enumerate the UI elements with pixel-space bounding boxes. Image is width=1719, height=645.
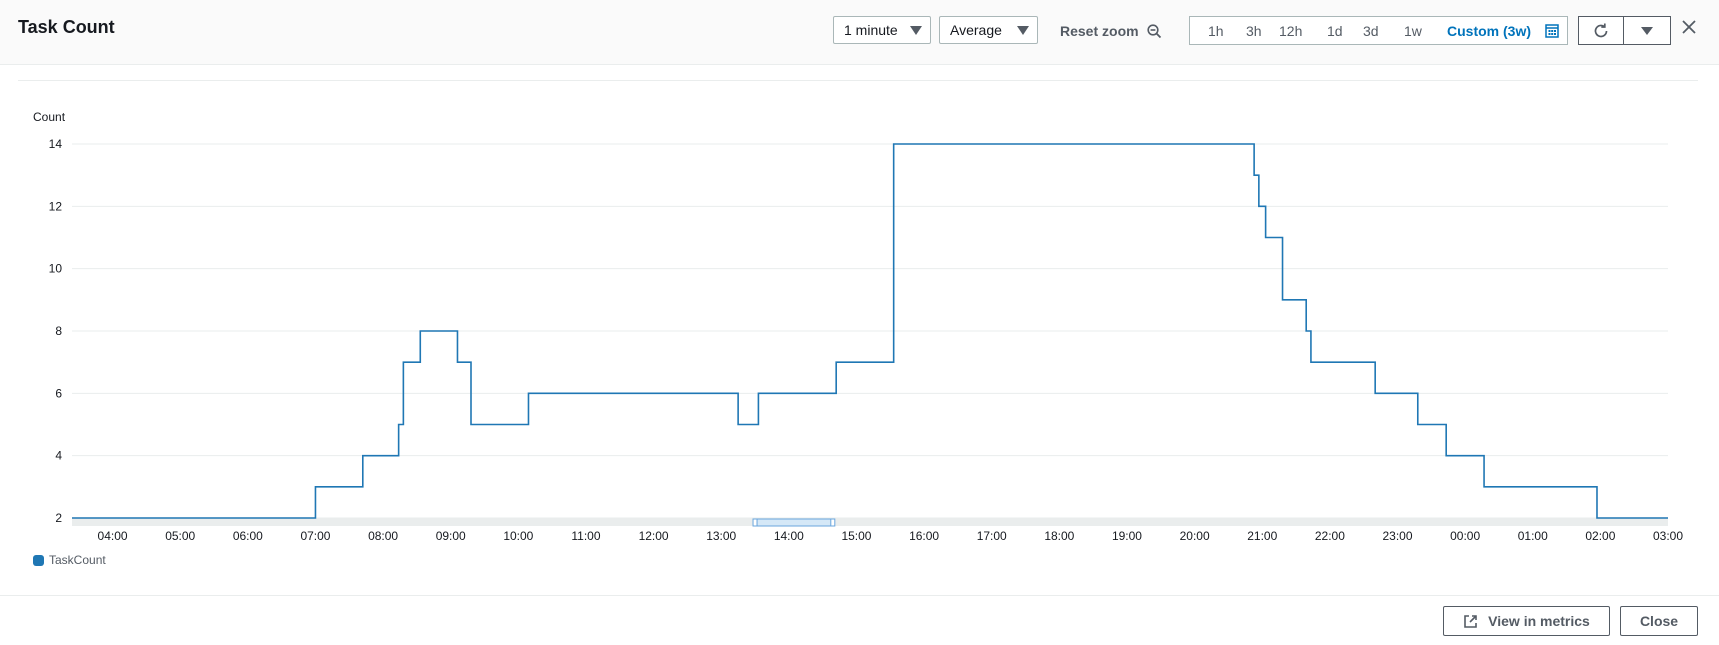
- time-range-group: 1h 3h 12h 1d 3d 1w Custom (3w): [1189, 16, 1568, 45]
- y-axis-title: Count: [33, 110, 66, 124]
- x-tick-label: 13:00: [706, 529, 736, 543]
- legend-swatch: [33, 554, 44, 566]
- range-1d[interactable]: 1d: [1327, 23, 1343, 39]
- y-tick-label: 8: [55, 324, 62, 338]
- external-link-icon: [1464, 614, 1477, 628]
- x-tick-label: 03:00: [1653, 529, 1683, 543]
- x-tick-label: 01:00: [1518, 529, 1548, 543]
- x-tick-label: 11:00: [571, 529, 600, 543]
- section-divider: [18, 80, 1698, 81]
- close-button[interactable]: Close: [1620, 606, 1698, 636]
- y-tick-label: 10: [49, 262, 63, 276]
- chevron-down-icon: [1017, 26, 1029, 35]
- range-custom[interactable]: Custom (3w): [1447, 23, 1531, 39]
- x-tick-label: 17:00: [977, 529, 1007, 543]
- x-tick-label: 04:00: [98, 529, 128, 543]
- legend-label: TaskCount: [49, 553, 106, 567]
- zoom-handle-left: [752, 518, 758, 527]
- x-tick-label: 14:00: [774, 529, 804, 543]
- zoom-window-brush: [754, 518, 834, 527]
- y-tick-label: 2: [55, 511, 62, 525]
- period-select[interactable]: 1 minute: [833, 16, 931, 44]
- range-3d[interactable]: 3d: [1363, 23, 1379, 39]
- task-count-chart[interactable]: Count 2 4 6 8 10 12 14 04:00 05:00 06:00 07:00 08:00…: [0, 90, 1719, 550]
- x-tick-label: 00:00: [1450, 529, 1480, 543]
- modal-header: Task Count 1 minute Average Reset zoom 1…: [0, 0, 1719, 65]
- zoom-handle-right: [830, 518, 836, 527]
- x-tick-label: 16:00: [909, 529, 939, 543]
- range-12h[interactable]: 12h: [1279, 23, 1302, 39]
- close-button-label: Close: [1639, 613, 1679, 629]
- footer-divider: [0, 595, 1719, 596]
- range-3h[interactable]: 3h: [1246, 23, 1262, 39]
- y-tick-label: 6: [55, 386, 62, 400]
- y-tick-label: 4: [55, 449, 62, 463]
- reset-zoom-button[interactable]: Reset zoom: [1060, 23, 1162, 39]
- x-tick-label: 22:00: [1315, 529, 1345, 543]
- reset-zoom-label: Reset zoom: [1060, 23, 1139, 39]
- statistic-select-value: Average: [950, 22, 1002, 38]
- x-tick-label: 15:00: [841, 529, 871, 543]
- x-tick-label: 08:00: [368, 529, 398, 543]
- caret-down-icon: [1641, 26, 1653, 35]
- x-tick-label: 23:00: [1382, 529, 1412, 543]
- x-tick-label: 20:00: [1180, 529, 1210, 543]
- close-icon[interactable]: [1678, 16, 1700, 38]
- page-title: Task Count: [18, 17, 115, 37]
- range-1h[interactable]: 1h: [1208, 23, 1224, 39]
- calendar-icon[interactable]: [1545, 24, 1559, 38]
- x-tick-label: 10:00: [503, 529, 533, 543]
- x-tick-label: 18:00: [1044, 529, 1074, 543]
- x-axis-band: [72, 518, 1668, 526]
- y-tick-label: 14: [49, 137, 63, 151]
- x-tick-label: 02:00: [1585, 529, 1615, 543]
- refresh-options-button[interactable]: [1623, 16, 1671, 45]
- refresh-button[interactable]: [1578, 16, 1624, 45]
- x-tick-label: 05:00: [165, 529, 195, 543]
- range-1w[interactable]: 1w: [1404, 23, 1422, 39]
- x-tick-label: 19:00: [1112, 529, 1142, 543]
- refresh-icon: [1594, 23, 1608, 37]
- zoom-out-icon: [1146, 23, 1161, 38]
- chevron-down-icon: [910, 26, 922, 35]
- x-tick-label: 12:00: [639, 529, 669, 543]
- view-in-metrics-button[interactable]: View in metrics: [1443, 606, 1610, 636]
- x-tick-label: 21:00: [1247, 529, 1277, 543]
- statistic-select[interactable]: Average: [939, 16, 1038, 44]
- chart-legend[interactable]: TaskCount: [33, 553, 106, 567]
- x-tick-label: 06:00: [233, 529, 263, 543]
- view-in-metrics-label: View in metrics: [1488, 613, 1590, 629]
- period-select-value: 1 minute: [844, 22, 898, 38]
- x-tick-label: 09:00: [436, 529, 466, 543]
- x-tick-label: 07:00: [300, 529, 330, 543]
- y-tick-label: 12: [49, 199, 63, 213]
